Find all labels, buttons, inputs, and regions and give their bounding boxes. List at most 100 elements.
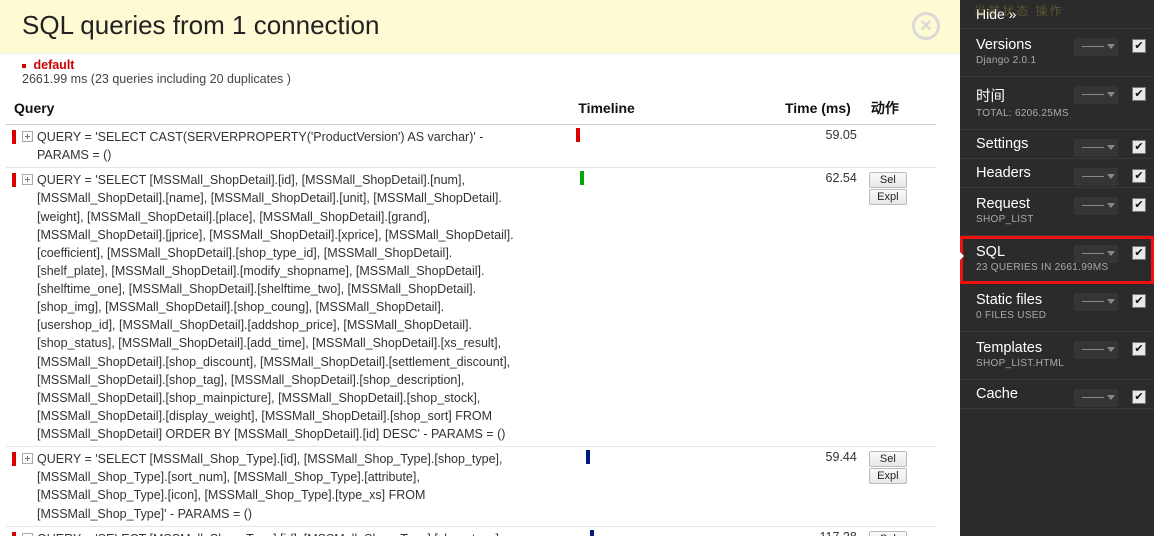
db-name: default: [33, 58, 74, 72]
check-icon: ✔: [1132, 390, 1146, 404]
col-action: 动作: [863, 92, 936, 125]
check-icon: ✔: [1132, 39, 1146, 53]
active-indicator-icon: [960, 250, 964, 262]
close-icon: ✕: [919, 16, 932, 36]
panel-cache[interactable]: Cache✔: [960, 380, 1154, 409]
time-cell: 117.28: [769, 526, 863, 536]
table-row: QUERY = 'SELECT [MSSMall_Shop_Type].[id]…: [6, 526, 936, 536]
mini-select[interactable]: [1074, 341, 1118, 359]
panel-request[interactable]: Requestshop_list✔: [960, 188, 1154, 236]
explain-button[interactable]: Expl: [869, 468, 907, 484]
timeline-bar: [580, 171, 584, 185]
explain-button[interactable]: Expl: [869, 189, 907, 205]
mini-select[interactable]: [1074, 293, 1118, 311]
table-row: QUERY = 'SELECT [MSSMall_ShopDetail].[id…: [6, 168, 936, 447]
col-time: Time (ms): [769, 92, 863, 125]
select-button[interactable]: Sel: [869, 172, 907, 188]
panel-time[interactable]: 时间Total: 6206.25ms✔: [960, 77, 1154, 130]
expand-toggle[interactable]: [22, 453, 33, 464]
expand-toggle[interactable]: [22, 174, 33, 185]
close-button[interactable]: ✕: [912, 12, 940, 40]
panel-subtitle: shop_list: [976, 214, 1126, 225]
panel-checkbox[interactable]: ✔: [1132, 340, 1146, 354]
panel-checkbox[interactable]: ✔: [1132, 85, 1146, 99]
time-cell: 59.44: [769, 447, 863, 527]
select-button[interactable]: Sel: [869, 451, 907, 467]
mini-select[interactable]: [1074, 139, 1118, 157]
timeline-cell: [570, 526, 769, 536]
query-text: QUERY = 'SELECT [MSSMall_Shop_Type].[id]…: [37, 450, 517, 523]
timeline-bar: [576, 128, 580, 142]
panel-templates[interactable]: Templatesshop_list.html✔: [960, 332, 1154, 380]
mini-select[interactable]: [1074, 86, 1118, 104]
table-row: QUERY = 'SELECT CAST(SERVERPROPERTY('Pro…: [6, 125, 936, 168]
debug-toolbar: 当前状态 操作 Hide » VersionsDjango 2.0.1✔时间To…: [960, 0, 1154, 536]
timeline-bar: [586, 450, 590, 464]
mini-select[interactable]: [1074, 197, 1118, 215]
summary: default 2661.99 ms (23 queries including…: [0, 54, 960, 92]
check-icon: ✔: [1132, 87, 1146, 101]
action-cell: [863, 125, 936, 168]
table-header-row: Query Timeline Time (ms) 动作: [6, 92, 936, 125]
panel-subtitle: 23 queries in 2661.99ms: [976, 262, 1126, 273]
panel-versions[interactable]: VersionsDjango 2.0.1✔: [960, 29, 1154, 77]
query-cell: QUERY = 'SELECT [MSSMall_Shop_Type].[id]…: [6, 526, 570, 536]
severity-bar: [12, 173, 16, 187]
query-text: QUERY = 'SELECT [MSSMall_ShopDetail].[id…: [37, 171, 517, 443]
query-cell: QUERY = 'SELECT CAST(SERVERPROPERTY('Pro…: [6, 125, 570, 168]
col-timeline: Timeline: [570, 92, 769, 125]
panel-checkbox[interactable]: ✔: [1132, 292, 1146, 306]
panel-subtitle: Total: 6206.25ms: [976, 108, 1126, 119]
timeline-bar: [590, 530, 594, 536]
timeline-cell: [570, 125, 769, 168]
main-content: SQL queries from 1 connection ✕ default …: [0, 0, 960, 536]
summary-line: 2661.99 ms (23 queries including 20 dupl…: [22, 72, 291, 86]
panel-subtitle: Django 2.0.1: [976, 55, 1126, 66]
expand-toggle[interactable]: [22, 533, 33, 536]
query-text: QUERY = 'SELECT CAST(SERVERPROPERTY('Pro…: [37, 128, 517, 164]
check-icon: ✔: [1132, 169, 1146, 183]
mini-select[interactable]: [1074, 168, 1118, 186]
panel-headers[interactable]: Headers✔: [960, 159, 1154, 188]
severity-bar: [12, 130, 16, 144]
time-cell: 59.05: [769, 125, 863, 168]
sql-table: Query Timeline Time (ms) 动作 QUERY = 'SEL…: [6, 92, 936, 536]
panel-subtitle: shop_list.html: [976, 358, 1126, 369]
mini-select[interactable]: [1074, 245, 1118, 263]
panel-checkbox[interactable]: ✔: [1132, 167, 1146, 181]
severity-bar: [12, 452, 16, 466]
check-icon: ✔: [1132, 294, 1146, 308]
panel-sql[interactable]: SQL23 queries in 2661.99ms✔: [960, 236, 1154, 284]
query-cell: QUERY = 'SELECT [MSSMall_ShopDetail].[id…: [6, 168, 570, 447]
panel-static[interactable]: Static files0 files used✔: [960, 284, 1154, 332]
mini-select[interactable]: [1074, 389, 1118, 407]
timeline-cell: [570, 168, 769, 447]
severity-bar: [12, 532, 16, 536]
action-cell: Sel: [863, 526, 936, 536]
table-row: QUERY = 'SELECT [MSSMall_Shop_Type].[id]…: [6, 447, 936, 527]
table-scroll[interactable]: default 2661.99 ms (23 queries including…: [0, 54, 960, 536]
dot-icon: [22, 64, 26, 68]
expand-toggle[interactable]: [22, 131, 33, 142]
panel-subtitle: 0 files used: [976, 310, 1126, 321]
check-icon: ✔: [1132, 342, 1146, 356]
page-title: SQL queries from 1 connection: [0, 0, 960, 41]
banner: SQL queries from 1 connection ✕: [0, 0, 960, 54]
select-button[interactable]: Sel: [869, 531, 907, 536]
time-cell: 62.54: [769, 168, 863, 447]
panel-checkbox[interactable]: ✔: [1132, 37, 1146, 51]
hide-button[interactable]: Hide »: [960, 0, 1154, 29]
panel-settings[interactable]: Settings✔: [960, 130, 1154, 159]
col-query: Query: [6, 92, 570, 125]
check-icon: ✔: [1132, 140, 1146, 154]
panel-checkbox[interactable]: ✔: [1132, 388, 1146, 402]
timeline-cell: [570, 447, 769, 527]
action-cell: SelExpl: [863, 447, 936, 527]
panel-checkbox[interactable]: ✔: [1132, 244, 1146, 258]
check-icon: ✔: [1132, 246, 1146, 260]
mini-select[interactable]: [1074, 38, 1118, 56]
action-cell: SelExpl: [863, 168, 936, 447]
panel-checkbox[interactable]: ✔: [1132, 196, 1146, 210]
query-text: QUERY = 'SELECT [MSSMall_Shop_Type].[id]…: [37, 530, 517, 536]
panel-checkbox[interactable]: ✔: [1132, 138, 1146, 152]
